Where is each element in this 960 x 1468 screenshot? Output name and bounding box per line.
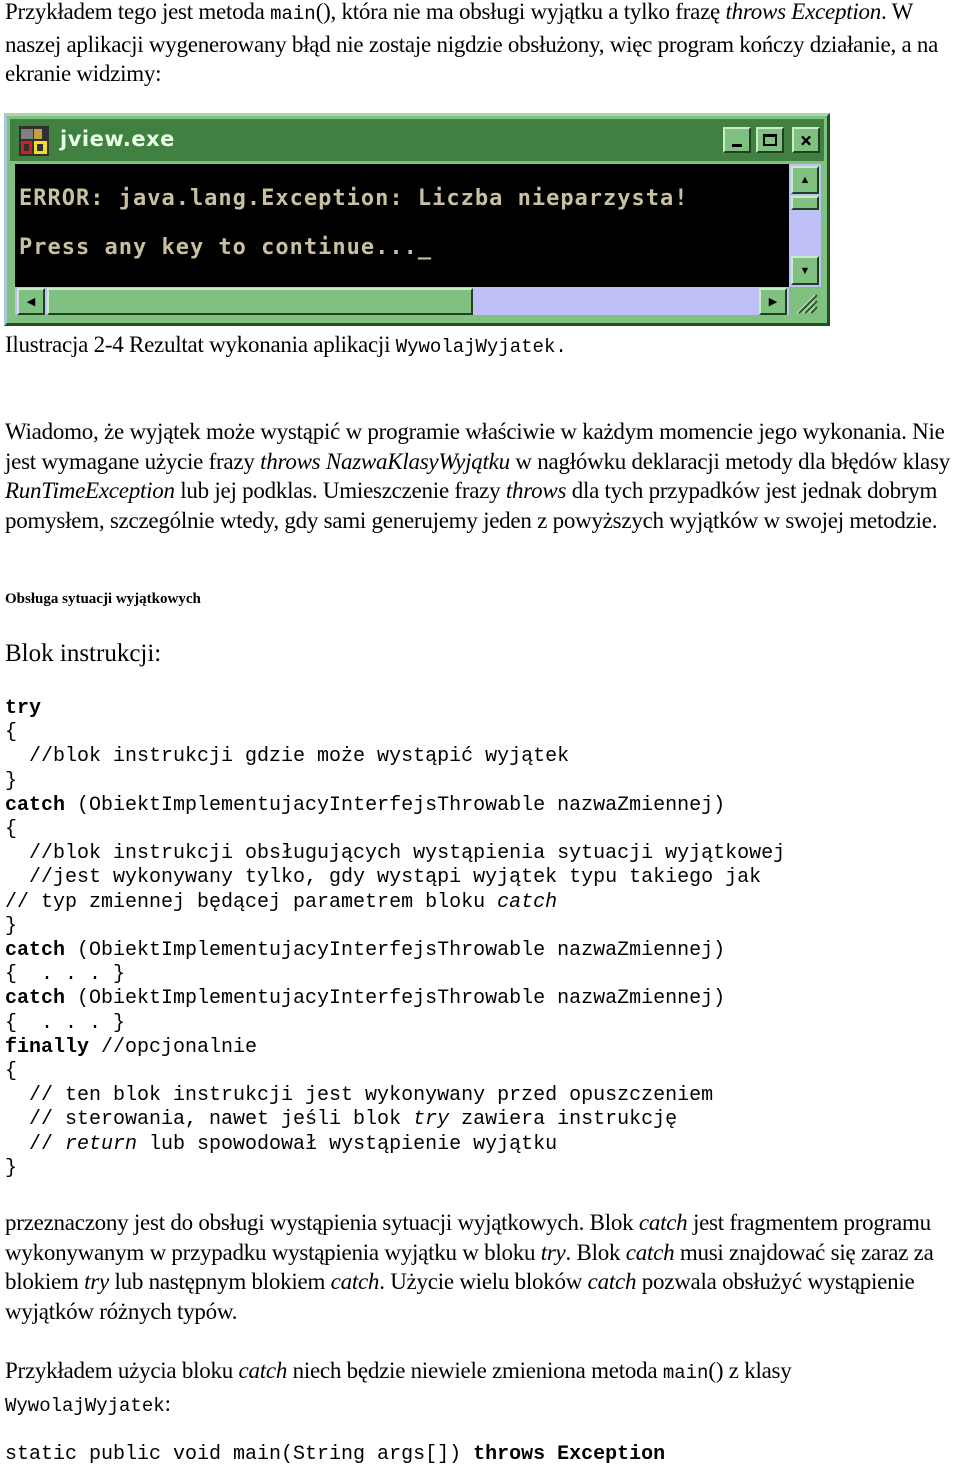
italic-term: throws Exception [725,0,882,24]
brace: { [5,1060,18,1084]
scroll-up-button[interactable]: ▲ [791,166,819,194]
inline-code: main [662,1362,709,1384]
text: niech będzie niewiele zmieniona metoda [287,1358,663,1383]
caption-text: Ilustracja 2-4 Rezultat wykonania aplika… [5,332,396,357]
keyword-try: try [5,697,42,720]
code-comment: //jest wykonywany tylko, gdy wystąpi wyj… [5,866,762,890]
console-prompt-line: Press any key to continue..._ [19,235,433,260]
console-window: jview.exe × ERROR: java.lang.Exception: … [4,113,830,326]
paragraph-catch: przeznaczony jest do obsługi wystąpienia… [5,1208,960,1326]
brace: { [5,721,18,745]
console-error-line: ERROR: java.lang.Exception: Liczba niepa… [19,186,689,211]
text: przeznaczony jest do obsługi wystąpienia… [5,1210,639,1235]
window-title: jview.exe [60,127,175,151]
maximize-icon [763,134,777,146]
text: : [164,1390,171,1416]
section-heading: Obsługa sytuacji wyjątkowych [5,591,201,607]
horizontal-scrollbar[interactable]: ◀ ▶ [15,287,789,315]
paragraph-example: Przykładem użycia bloku catch niech będz… [5,1356,960,1421]
code-comment: // [5,1132,66,1156]
arrow-down-icon: ▼ [799,264,811,277]
ellipsis-block: { . . . } [5,1011,126,1035]
italic-term: try [84,1269,109,1294]
text: lub jej podklas. Umieszczenie frazy [174,478,506,503]
arrow-left-icon: ◀ [26,296,36,308]
italic-term: catch [625,1239,675,1265]
ellipsis-block: { . . . } [5,963,126,987]
signature-throws: throws Exception [473,1443,666,1466]
italic-term: catch [587,1269,637,1294]
close-icon: × [799,128,813,152]
intro-paragraph: Przykładem tego jest metoda main(), któr… [5,0,960,89]
window-titlebar[interactable]: jview.exe × [10,119,824,161]
code-comment: //blok instrukcji obsługujących wystąpie… [5,842,786,866]
text: (), która nie ma obsługi wyjątku a tylko… [315,0,726,24]
catch-params: (ObiektImplementujacyInterfejsThrowable … [65,939,726,963]
keyword-catch: catch [5,793,66,817]
msdev-app-icon [19,126,49,156]
code-listing: try { //blok instrukcji gdzie może wystą… [5,697,785,1181]
vertical-scroll-thumb[interactable] [791,196,819,210]
minimize-button[interactable] [723,127,751,153]
minimize-icon [732,143,742,147]
catch-params: (ObiektImplementujacyInterfejsThrowable … [65,987,726,1011]
code-comment-italic: try [413,1108,450,1132]
brace: } [5,914,18,938]
scroll-left-button[interactable]: ◀ [17,288,45,315]
italic-term: throws NazwaKlasyWyjątku [260,448,510,474]
method-signature: static public void main(String args[]) t… [5,1443,665,1466]
code-comment: // ten blok instrukcji jest wykonywany p… [5,1084,714,1108]
keyword-catch: catch [5,987,66,1011]
text: () z klasy [708,1358,792,1383]
code-comment: // typ zmiennej będącej parametrem bloku [5,890,498,914]
code-comment: lub spowodował wystąpienie wyjątku [137,1132,558,1156]
horizontal-scroll-thumb[interactable] [47,288,473,315]
brace: } [5,1156,18,1180]
inline-code: main [270,3,316,25]
arrow-right-icon: ▶ [768,296,778,308]
italic-term: try [540,1239,566,1265]
signature-text: static public void main(String args[]) [5,1443,474,1466]
caption-code: WywolajWyjatek. [395,336,567,358]
maximize-button[interactable] [756,127,784,153]
inline-code: WywolajWyjatek [5,1394,165,1417]
code-comment: // sterowania, nawet jeśli blok [5,1108,414,1132]
arrow-up-icon: ▲ [799,174,811,186]
text: . Blok [565,1239,626,1265]
text: Przykładem użycia bloku [5,1358,239,1383]
text: w nagłówku deklaracji metody dla błędów … [509,448,950,474]
block-label: Blok instrukcji: [5,640,162,667]
italic-term: throws [505,478,567,503]
keyword-catch: catch [5,939,66,963]
catch-params: (ObiektImplementujacyInterfejsThrowable … [65,793,726,817]
brace: { [5,818,18,842]
code-comment-italic: return [65,1132,138,1156]
text: . Użycie wielu bloków [379,1269,588,1294]
console-output: ERROR: java.lang.Exception: Liczba niepa… [15,164,789,287]
code-comment: //opcjonalnie [89,1035,258,1059]
italic-term: catch [238,1358,288,1383]
italic-term: RunTimeException [5,478,175,503]
vertical-scrollbar[interactable]: ▲ ▼ [789,164,821,287]
code-comment: zawiera instrukcję [449,1108,678,1132]
brace: } [5,769,18,793]
paragraph-throws: Wiadomo, że wyjątek może wystąpić w prog… [5,417,960,535]
figure-caption: Ilustracja 2-4 Rezultat wykonania aplika… [5,330,960,363]
keyword-finally: finally [5,1035,90,1059]
italic-term: catch [330,1269,380,1294]
text: lub następnym blokiem [108,1269,331,1294]
text: Przykładem tego jest metoda [5,0,271,24]
italic-term: catch [638,1210,688,1235]
code-comment: //blok instrukcji gdzie może wystąpić wy… [5,745,570,769]
resize-grip-icon[interactable] [791,289,819,315]
code-comment-italic: catch [497,890,558,914]
scroll-right-button[interactable]: ▶ [759,288,787,315]
scroll-down-button[interactable]: ▼ [791,256,819,285]
close-button[interactable]: × [792,127,820,153]
